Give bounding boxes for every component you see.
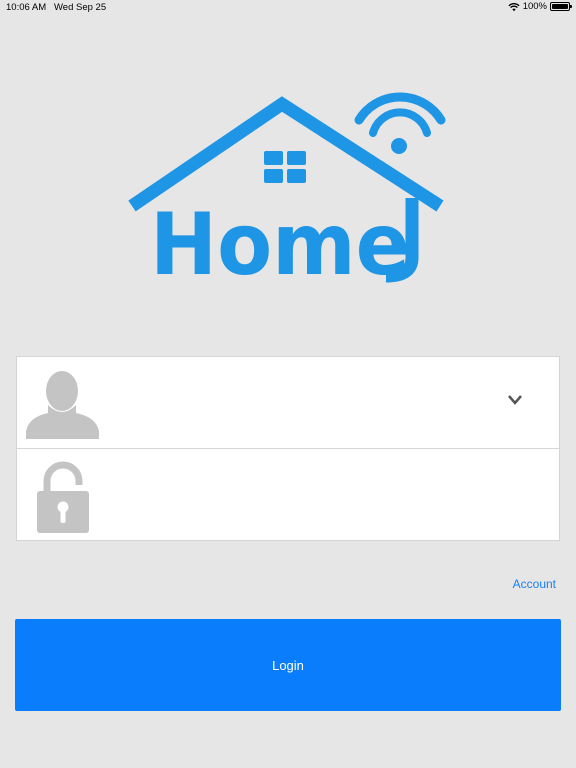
status-time: 10:06 AM bbox=[6, 2, 47, 13]
login-form bbox=[16, 356, 560, 541]
status-date: Wed Sep 25 bbox=[54, 2, 107, 13]
status-indicators: 100% bbox=[508, 1, 572, 12]
battery-level bbox=[552, 4, 568, 9]
logo-text: Home bbox=[150, 195, 410, 286]
password-row[interactable] bbox=[17, 449, 559, 540]
chevron-down-icon[interactable] bbox=[507, 393, 523, 407]
password-field[interactable] bbox=[117, 477, 489, 513]
username-row[interactable] bbox=[17, 357, 559, 449]
battery-percentage: 100% bbox=[522, 1, 547, 12]
wifi-icon bbox=[508, 2, 520, 11]
logo-wifi-icon bbox=[354, 92, 446, 154]
logo-roof bbox=[128, 96, 444, 212]
status-bar: 10:06 AM Wed Sep 25 100% bbox=[0, 0, 576, 16]
account-link[interactable]: Account bbox=[513, 577, 556, 591]
login-screen: 10:06 AM Wed Sep 25 100% Home Account Lo… bbox=[0, 0, 576, 768]
username-field[interactable] bbox=[117, 385, 489, 421]
battery-icon bbox=[550, 2, 572, 11]
user-silhouette-icon bbox=[26, 371, 99, 439]
login-button[interactable]: Login bbox=[15, 619, 561, 711]
logo-window-icon bbox=[264, 151, 306, 183]
home-wifi-logo: Home bbox=[128, 92, 446, 286]
padlock-icon bbox=[37, 461, 89, 533]
